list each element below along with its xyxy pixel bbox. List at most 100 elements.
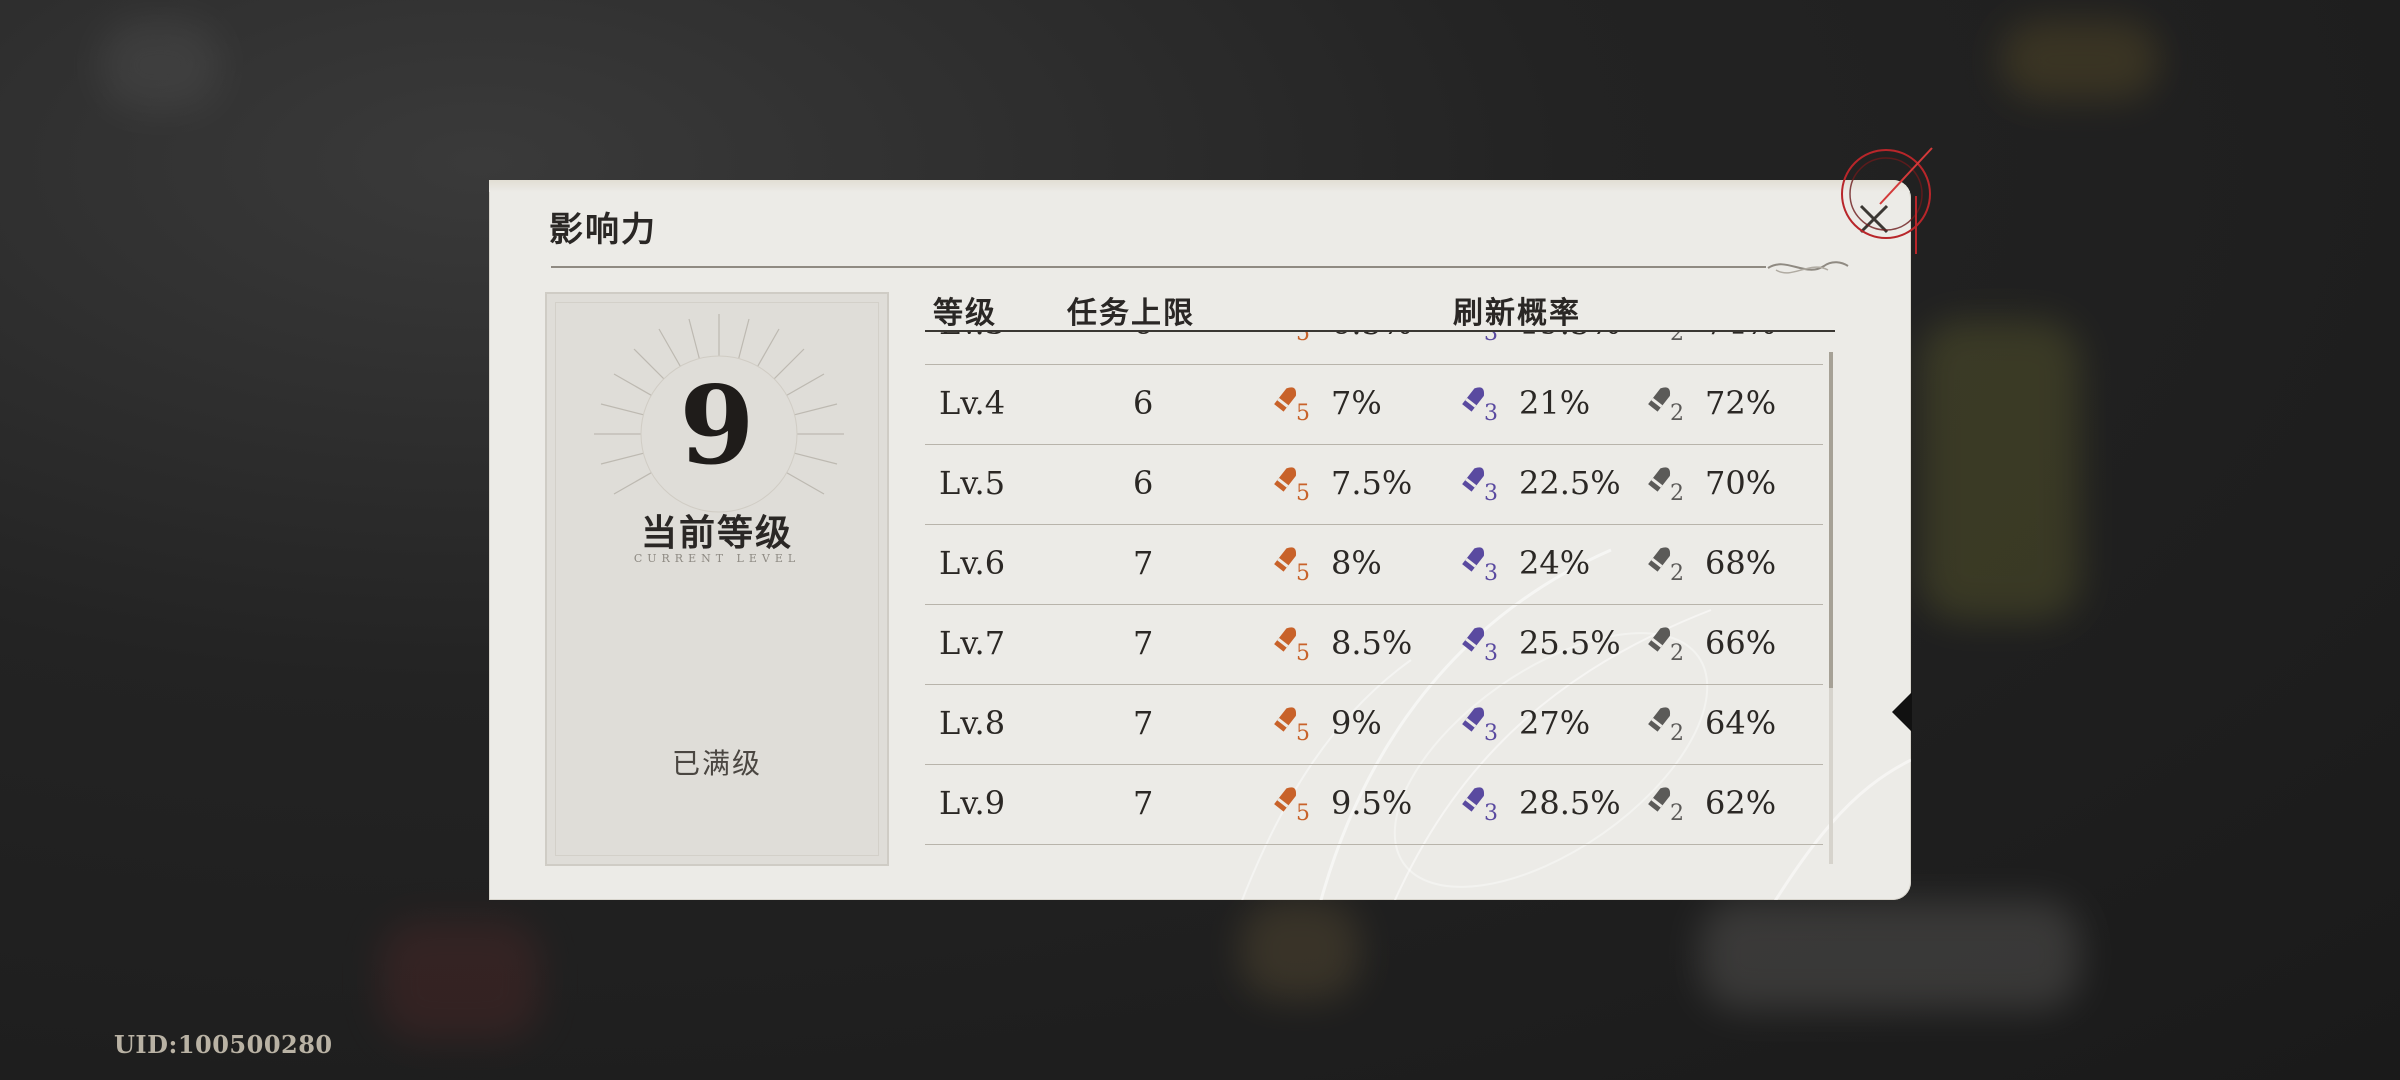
- ornament-ring-icon: [1841, 147, 1933, 254]
- rarity-digit: 5: [1296, 801, 1310, 824]
- bullet-2-icon: 2: [1670, 332, 1684, 344]
- row-rate-r3: 24%: [1519, 544, 1591, 582]
- row-rate-r2: 74%: [1705, 332, 1776, 342]
- header-refresh-rate: 刷新概率: [1453, 296, 1581, 331]
- bullet-3-icon: 3: [1462, 627, 1498, 664]
- row-task-cap: 7: [1133, 704, 1154, 742]
- bullet-3-icon: 3: [1462, 707, 1498, 744]
- dialog-title: 影响力: [549, 210, 657, 250]
- row-rate-r5: 7.5%: [1331, 464, 1413, 502]
- rarity-digit: 3: [1484, 641, 1498, 664]
- bullet-5-icon: 5: [1274, 707, 1310, 744]
- row-rate-r5: 8%: [1331, 544, 1382, 582]
- row-task-cap: 7: [1133, 624, 1154, 662]
- rarity-digit: 3: [1484, 801, 1498, 824]
- bullet-5-icon: 5: [1274, 787, 1310, 824]
- rarity-digit: 2: [1670, 401, 1684, 424]
- bullet-2-icon: 2: [1648, 547, 1684, 584]
- table-row: Lv.3 6 5 6.5% 3 19.5% 2 74%: [925, 332, 1823, 365]
- bg-shape: [1700, 900, 2080, 1010]
- rarity-digit: 5: [1296, 332, 1310, 344]
- bullet-5-icon: 5: [1274, 547, 1310, 584]
- table-row: Lv.7 7 5 8.5% 3 25.5% 2 66%: [925, 604, 1823, 685]
- table-row: Lv.9 7 5 9.5% 3 28.5% 2 62%: [925, 764, 1823, 845]
- rarity-digit: 2: [1670, 332, 1684, 344]
- row-rate-r3: 27%: [1519, 704, 1591, 742]
- row-task-cap: 6: [1133, 464, 1154, 502]
- row-task-cap: 6: [1133, 332, 1153, 342]
- bg-shape: [1920, 320, 2080, 620]
- rarity-digit: 2: [1670, 561, 1684, 584]
- row-rate-r3: 21%: [1519, 384, 1591, 422]
- row-level: Lv.6: [939, 544, 1006, 582]
- bg-shape: [100, 20, 220, 110]
- bullet-3-icon: 3: [1462, 787, 1498, 824]
- bullet-3-icon: 3: [1462, 387, 1498, 424]
- row-rate-r2: 62%: [1705, 784, 1777, 822]
- row-rate-r2: 66%: [1705, 624, 1777, 662]
- rarity-digit: 5: [1296, 481, 1310, 504]
- bullet-2-icon: 2: [1648, 787, 1684, 824]
- bg-shape: [2000, 20, 2160, 100]
- bullet-5-icon: 5: [1274, 467, 1310, 504]
- bullet-2-icon: 2: [1648, 467, 1684, 504]
- table-scrollbar[interactable]: [1829, 352, 1833, 864]
- rarity-digit: 2: [1670, 801, 1684, 824]
- rarity-digit: 5: [1296, 641, 1310, 664]
- max-level-status: 已满级: [671, 747, 762, 780]
- table-row: Lv.5 6 5 7.5% 3 22.5% 2 70%: [925, 444, 1823, 525]
- row-rate-r2: 72%: [1705, 384, 1777, 422]
- bg-shape: [380, 920, 540, 1040]
- header-level: 等级: [933, 296, 997, 331]
- row-rate-r5: 6.5%: [1331, 332, 1412, 342]
- rarity-digit: 3: [1484, 481, 1498, 504]
- row-rate-r2: 64%: [1705, 704, 1777, 742]
- row-level: Lv.7: [939, 624, 1006, 662]
- row-rate-r5: 7%: [1331, 384, 1382, 422]
- bullet-3-icon: 3: [1484, 332, 1498, 344]
- row-task-cap: 6: [1133, 384, 1154, 422]
- scrollbar-thumb[interactable]: [1829, 352, 1833, 688]
- row-level: Lv.8: [939, 704, 1006, 742]
- rarity-digit: 5: [1296, 401, 1310, 424]
- bullet-2-icon: 2: [1648, 387, 1684, 424]
- row-rate-r5: 8.5%: [1331, 624, 1413, 662]
- rarity-digit: 2: [1670, 721, 1684, 744]
- influence-dialog: 影响力 9 当前等级 CURRENT LEVEL 已满级 等级 任务上限 刷新概…: [489, 180, 1911, 900]
- flourish-ornament-icon: [1767, 261, 1849, 274]
- row-level: Lv.4: [939, 384, 1006, 422]
- current-level-label: 当前等级: [640, 512, 793, 554]
- table-row: Lv.6 7 5 8% 3 24% 2 68%: [925, 524, 1823, 605]
- rarity-digit: 3: [1484, 401, 1498, 424]
- rarity-digit: 3: [1484, 332, 1498, 344]
- row-level: Lv.3: [939, 332, 1005, 342]
- bullet-5-icon: 5: [1296, 332, 1310, 344]
- row-rate-r5: 9.5%: [1331, 784, 1413, 822]
- bullet-5-icon: 5: [1274, 387, 1310, 424]
- row-rate-r5: 9%: [1331, 704, 1382, 742]
- row-rate-r2: 70%: [1705, 464, 1777, 502]
- row-rate-r3: 19.5%: [1519, 332, 1621, 342]
- bg-shape: [1240, 900, 1360, 1000]
- rarity-digit: 2: [1670, 641, 1684, 664]
- row-rate-r2: 68%: [1705, 544, 1777, 582]
- current-level-number: 9: [679, 363, 755, 489]
- bullet-3-icon: 3: [1462, 467, 1498, 504]
- table-row: Lv.8 7 5 9% 3 27% 2 64%: [925, 684, 1823, 765]
- title-divider: [551, 266, 1766, 268]
- table-row: Lv.4 6 5 7% 3 21% 2 72%: [925, 364, 1823, 445]
- rarity-digit: 3: [1484, 561, 1498, 584]
- bullet-5-icon: 5: [1274, 627, 1310, 664]
- row-task-cap: 7: [1133, 544, 1154, 582]
- row-level: Lv.5: [939, 464, 1006, 502]
- level-table[interactable]: Lv.3 6 5 6.5% 3 19.5% 2 74% Lv.4 6 5 7% 3 21% 2 72% Lv.5…: [925, 332, 1823, 868]
- bullet-3-icon: 3: [1462, 547, 1498, 584]
- rarity-digit: 3: [1484, 721, 1498, 744]
- row-rate-r3: 25.5%: [1519, 624, 1621, 662]
- row-level: Lv.9: [939, 784, 1006, 822]
- row-rate-r3: 22.5%: [1519, 464, 1621, 502]
- current-level-card: 9 当前等级 CURRENT LEVEL 已满级: [545, 292, 889, 866]
- row-task-cap: 7: [1133, 784, 1154, 822]
- bullet-2-icon: 2: [1648, 627, 1684, 664]
- rarity-digit: 5: [1296, 561, 1310, 584]
